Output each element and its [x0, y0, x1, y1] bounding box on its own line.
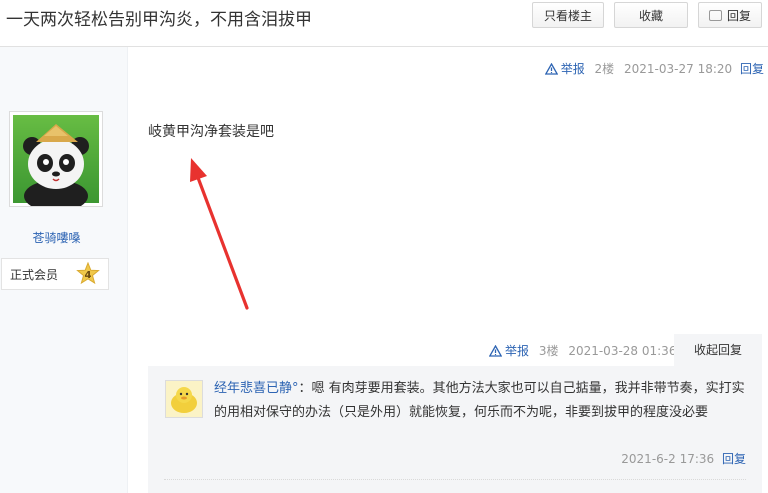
post-meta-bar: 举报 2楼 2021-03-27 18:20 回复	[127, 47, 768, 87]
post-meta: 举报 2楼 2021-03-27 18:20 回复	[544, 60, 764, 77]
post-reply-link[interactable]: 回复	[740, 62, 764, 76]
floor3-report-label: 举报	[505, 344, 530, 358]
level-star-icon: 4	[76, 262, 100, 285]
panda-avatar-icon	[13, 115, 99, 212]
thread-title: 一天两次轻松告别甲沟炎，不用含泪拔甲	[6, 10, 312, 30]
reply-reply-link[interactable]: 回复	[722, 452, 746, 466]
reply-button-label: 回复	[726, 9, 751, 23]
level-number: 4	[85, 270, 92, 281]
warning-icon	[544, 63, 558, 75]
only-op-button[interactable]: 只看楼主	[532, 2, 604, 28]
member-rank-badge: 正式会员 4	[1, 258, 109, 290]
reply-text-block: 经年悲喜已静°：嗯 有肉芽要用套装。其他方法大家也可以自己掂量，我并非带节奏，实…	[214, 377, 754, 425]
reply-avatar[interactable]	[165, 380, 203, 418]
floor3-report-link[interactable]: 举报	[489, 344, 529, 358]
reply-button[interactable]: 回复	[698, 2, 762, 28]
report-label: 举报	[560, 62, 585, 76]
floor-number: 2楼	[594, 62, 615, 76]
duck-avatar-icon	[166, 381, 202, 417]
report-link[interactable]: 举报	[544, 62, 585, 76]
floor3-time: 2021-03-28 01:36	[568, 344, 677, 358]
nested-reply-panel: 经年悲喜已静°：嗯 有肉芽要用套装。其他方法大家也可以自己掂量，我并非带节奏，实…	[148, 366, 762, 493]
thread-header: 一天两次轻松告别甲沟炎，不用含泪拔甲 只看楼主 收藏 回复	[0, 0, 768, 47]
member-rank-label: 正式会员	[10, 268, 59, 282]
avatar[interactable]	[9, 111, 103, 212]
warning-icon	[489, 345, 502, 357]
reply-divider	[164, 479, 746, 480]
chat-icon	[708, 10, 722, 21]
annotation-arrow	[190, 158, 249, 310]
post-content: 岐黄甲沟净套装是吧	[148, 124, 274, 140]
reply-time: 2021-6-2 17:36	[621, 452, 715, 466]
collapse-replies-tab[interactable]: 收起回复	[674, 334, 762, 366]
floor3-number: 3楼	[538, 344, 559, 358]
floor3-meta: 举报 3楼 2021-03-28 01:36	[489, 342, 676, 359]
favorite-button[interactable]: 收藏	[614, 2, 688, 28]
reply-username[interactable]: 经年悲喜已静°	[214, 381, 299, 396]
author-name[interactable]: 苍骑嘍嗓	[0, 229, 113, 246]
post-time: 2021-03-27 18:20	[624, 62, 733, 76]
reply-meta: 2021-6-2 17:36 回复	[621, 450, 746, 467]
